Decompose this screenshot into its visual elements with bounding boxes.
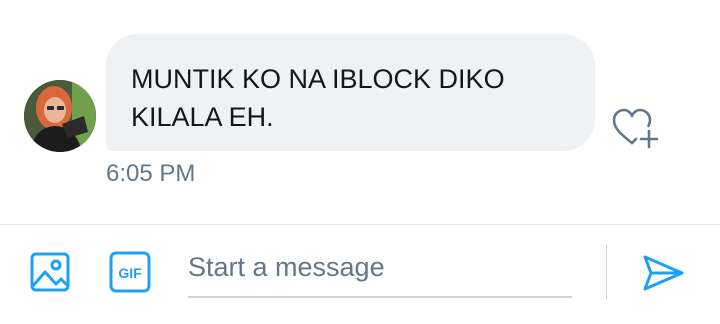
send-icon	[643, 255, 684, 291]
add-media-button[interactable]	[28, 250, 72, 294]
composer-separator	[606, 244, 607, 300]
gif-icon: GIF	[109, 251, 151, 293]
message-text-line: KILALA EH.	[131, 102, 274, 132]
message-bubble[interactable]: MUNTIK KO NA IBLOCK DIKO KILALA EH.	[106, 34, 595, 151]
send-button[interactable]	[640, 250, 686, 296]
message-text-line: MUNTIK KO NA IBLOCK DIKO	[131, 64, 505, 94]
message-timestamp: 6:05 PM	[106, 160, 196, 187]
gif-label: GIF	[118, 265, 142, 281]
composer-divider	[0, 224, 720, 225]
heart-plus-icon	[612, 108, 659, 149]
message-input-container	[188, 242, 572, 298]
avatar-image	[24, 80, 96, 152]
image-icon	[30, 252, 70, 292]
message-input[interactable]	[188, 242, 572, 292]
add-gif-button[interactable]: GIF	[108, 250, 152, 294]
like-button[interactable]	[610, 105, 660, 151]
avatar[interactable]	[24, 80, 96, 152]
